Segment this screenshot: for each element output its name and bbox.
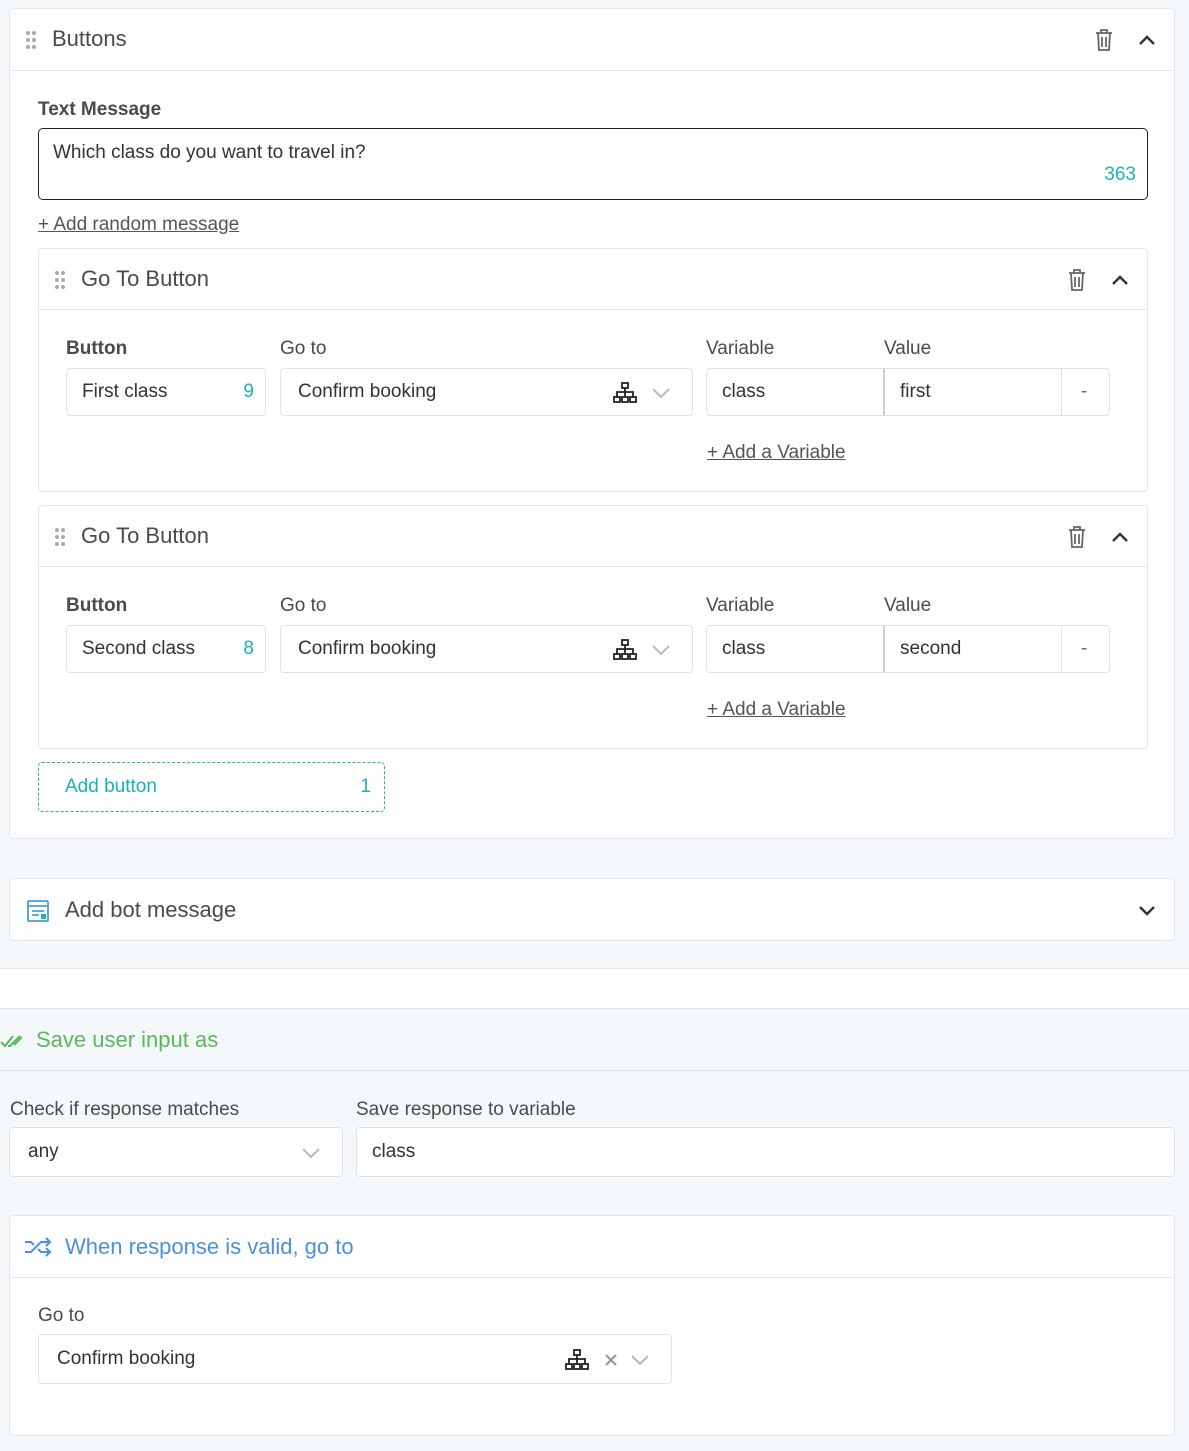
add-button[interactable]: Add button 1: [38, 762, 385, 812]
save-variable-label: Save response to variable: [356, 1099, 576, 1120]
save-input-header: Save user input as: [0, 1010, 1189, 1071]
buttons-card-header[interactable]: Buttons: [10, 9, 1174, 71]
drag-handle-icon[interactable]: [24, 29, 38, 51]
section-divider: [0, 968, 1189, 1009]
chevron-up-icon[interactable]: [1109, 526, 1131, 548]
remove-variable-label: -: [1081, 638, 1088, 659]
variable-input[interactable]: class: [706, 368, 884, 416]
match-select-value: any: [28, 1141, 59, 1162]
chevron-up-icon[interactable]: [1109, 269, 1131, 291]
goto-button-header[interactable]: Go To Button: [39, 249, 1147, 310]
trash-icon[interactable]: [1065, 267, 1089, 293]
goto-select[interactable]: Confirm booking: [280, 368, 693, 416]
button-text-value: First class: [82, 381, 168, 402]
remove-variable-button[interactable]: -: [1061, 368, 1110, 416]
goto-select[interactable]: Confirm booking: [280, 625, 693, 673]
value-label: Value: [884, 338, 932, 359]
goto-select-value: Confirm booking: [298, 638, 437, 659]
goto-button-title: Go To Button: [81, 266, 210, 291]
button-char-count: 9: [243, 381, 254, 402]
add-variable-link[interactable]: + Add a Variable: [707, 442, 846, 464]
add-bot-message-card[interactable]: Add bot message: [9, 878, 1175, 941]
remove-variable-label: -: [1081, 381, 1088, 402]
match-label: Check if response matches: [10, 1099, 240, 1120]
button-text-value: Second class: [82, 638, 196, 659]
trash-icon[interactable]: [1065, 524, 1089, 550]
value-value: first: [900, 381, 931, 402]
button-char-count: 8: [243, 638, 254, 659]
goto-button-title: Go To Button: [81, 523, 210, 548]
double-check-icon: [0, 1030, 24, 1052]
valid-response-title: When response is valid, go to: [65, 1234, 354, 1259]
text-message-input[interactable]: Which class do you want to travel in? 36…: [38, 128, 1148, 200]
button-label: Button: [66, 595, 128, 616]
save-variable-input[interactable]: class: [356, 1127, 1175, 1177]
goto-button-header[interactable]: Go To Button: [39, 506, 1147, 567]
buttons-card-title: Buttons: [52, 26, 127, 51]
variable-label: Variable: [706, 595, 775, 616]
valid-response-card: When response is valid, go to Go to Conf…: [9, 1215, 1175, 1436]
text-message-label: Text Message: [38, 99, 162, 120]
text-message-value: Which class do you want to travel in?: [53, 142, 366, 163]
value-value: second: [900, 638, 962, 659]
valid-goto-label: Go to: [38, 1305, 85, 1326]
save-input-title: Save user input as: [36, 1027, 219, 1052]
chevron-down-icon[interactable]: [628, 1350, 652, 1370]
chevron-down-icon[interactable]: [1136, 900, 1158, 922]
chevron-down-icon[interactable]: [649, 383, 673, 403]
valid-response-header: When response is valid, go to: [10, 1216, 1174, 1278]
drag-handle-icon[interactable]: [53, 526, 67, 548]
flow-tree-icon: [565, 1349, 589, 1371]
match-select[interactable]: any: [9, 1127, 343, 1177]
trash-icon[interactable]: [1092, 27, 1116, 53]
value-input[interactable]: second: [883, 625, 1062, 673]
add-bot-message-label: Add bot message: [65, 897, 237, 922]
add-button-count: 1: [360, 776, 371, 797]
valid-goto-select[interactable]: Confirm booking: [38, 1334, 672, 1384]
chevron-down-icon[interactable]: [649, 640, 673, 660]
chevron-up-icon[interactable]: [1136, 29, 1158, 51]
flow-tree-icon: [613, 382, 637, 404]
char-count: 363: [1104, 164, 1136, 185]
goto-select-value: Confirm booking: [298, 381, 437, 402]
variable-value: class: [722, 638, 766, 659]
goto-label: Go to: [280, 338, 327, 359]
remove-variable-button[interactable]: -: [1061, 625, 1110, 673]
goto-button-card: Go To Button Button Go to Variable Value…: [38, 505, 1148, 749]
valid-goto-value: Confirm booking: [57, 1348, 196, 1369]
variable-input[interactable]: class: [706, 625, 884, 673]
save-variable-value: class: [372, 1141, 416, 1162]
value-input[interactable]: first: [883, 368, 1062, 416]
flow-tree-icon: [613, 639, 637, 661]
add-random-message-link[interactable]: + Add random message: [38, 214, 239, 236]
goto-button-card: Go To Button Button Go to Variable Value…: [38, 248, 1148, 492]
button-text-input[interactable]: Second class 8: [66, 625, 266, 673]
add-variable-link[interactable]: + Add a Variable: [707, 699, 846, 721]
chevron-down-icon[interactable]: [299, 1143, 323, 1163]
shuffle-route-icon: [24, 1235, 52, 1259]
variable-label: Variable: [706, 338, 775, 359]
button-text-input[interactable]: First class 9: [66, 368, 266, 416]
goto-label: Go to: [280, 595, 327, 616]
clear-icon[interactable]: [601, 1350, 621, 1370]
add-button-label: Add button: [65, 776, 157, 797]
drag-handle-icon[interactable]: [53, 269, 67, 291]
value-label: Value: [884, 595, 932, 616]
message-window-icon: [26, 899, 50, 923]
button-label: Button: [66, 338, 128, 359]
variable-value: class: [722, 381, 766, 402]
buttons-card: Buttons Text Message Which class do you …: [9, 8, 1175, 839]
